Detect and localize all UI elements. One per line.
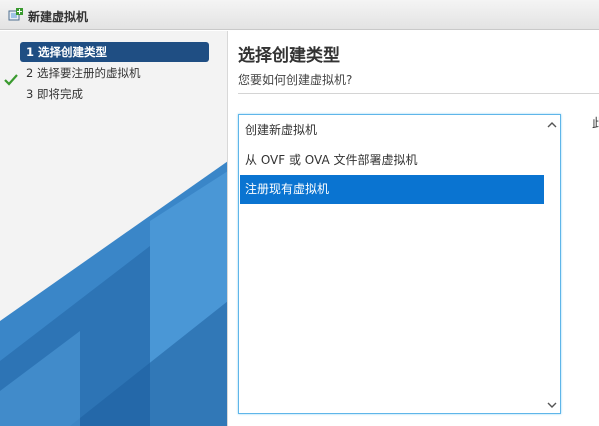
wizard-step-label: 2 选择要注册的虚拟机 — [26, 66, 141, 80]
list-item-create-new-vm[interactable]: 创建新虚拟机 — [240, 116, 544, 145]
new-vm-icon — [8, 8, 23, 21]
list-item-deploy-ovf[interactable]: 从 OVF 或 OVA 文件部署虚拟机 — [240, 146, 544, 175]
scroll-up-icon[interactable] — [544, 117, 560, 133]
wizard-step-label: 3 即将完成 — [26, 87, 83, 101]
wizard-sidebar: 1 选择创建类型 2 选择要注册的虚拟机 3 即将完成 — [0, 31, 228, 426]
list-item-label: 注册现有虚拟机 — [245, 182, 330, 196]
wizard-step-1[interactable]: 1 选择创建类型 — [20, 42, 209, 62]
wizard-step-3[interactable]: 3 即将完成 — [20, 84, 210, 104]
list-scrollbar[interactable] — [544, 115, 560, 413]
list-item-register-existing-vm[interactable]: 注册现有虚拟机 — [240, 175, 544, 204]
list-item-label: 从 OVF 或 OVA 文件部署虚拟机 — [245, 153, 418, 167]
creation-type-list[interactable]: 创建新虚拟机 从 OVF 或 OVA 文件部署虚拟机 注册现有虚拟机 — [238, 114, 561, 414]
wizard-step-label: 1 选择创建类型 — [26, 45, 108, 59]
option-description: 此 — [592, 116, 599, 130]
wizard-main: 选择创建类型 您要如何创建虚拟机? 创建新虚拟机 从 OVF 或 OVA 文件部… — [229, 31, 599, 426]
window-title: 新建虚拟机 — [28, 10, 89, 24]
check-icon — [4, 74, 18, 86]
divider — [238, 93, 599, 94]
wizard-step-2[interactable]: 2 选择要注册的虚拟机 — [20, 63, 210, 83]
list-item-label: 创建新虚拟机 — [245, 123, 318, 137]
page-title: 选择创建类型 — [238, 46, 340, 66]
page-subtitle: 您要如何创建虚拟机? — [238, 73, 353, 87]
title-bar: 新建虚拟机 — [0, 0, 599, 30]
scroll-down-icon[interactable] — [544, 397, 560, 413]
